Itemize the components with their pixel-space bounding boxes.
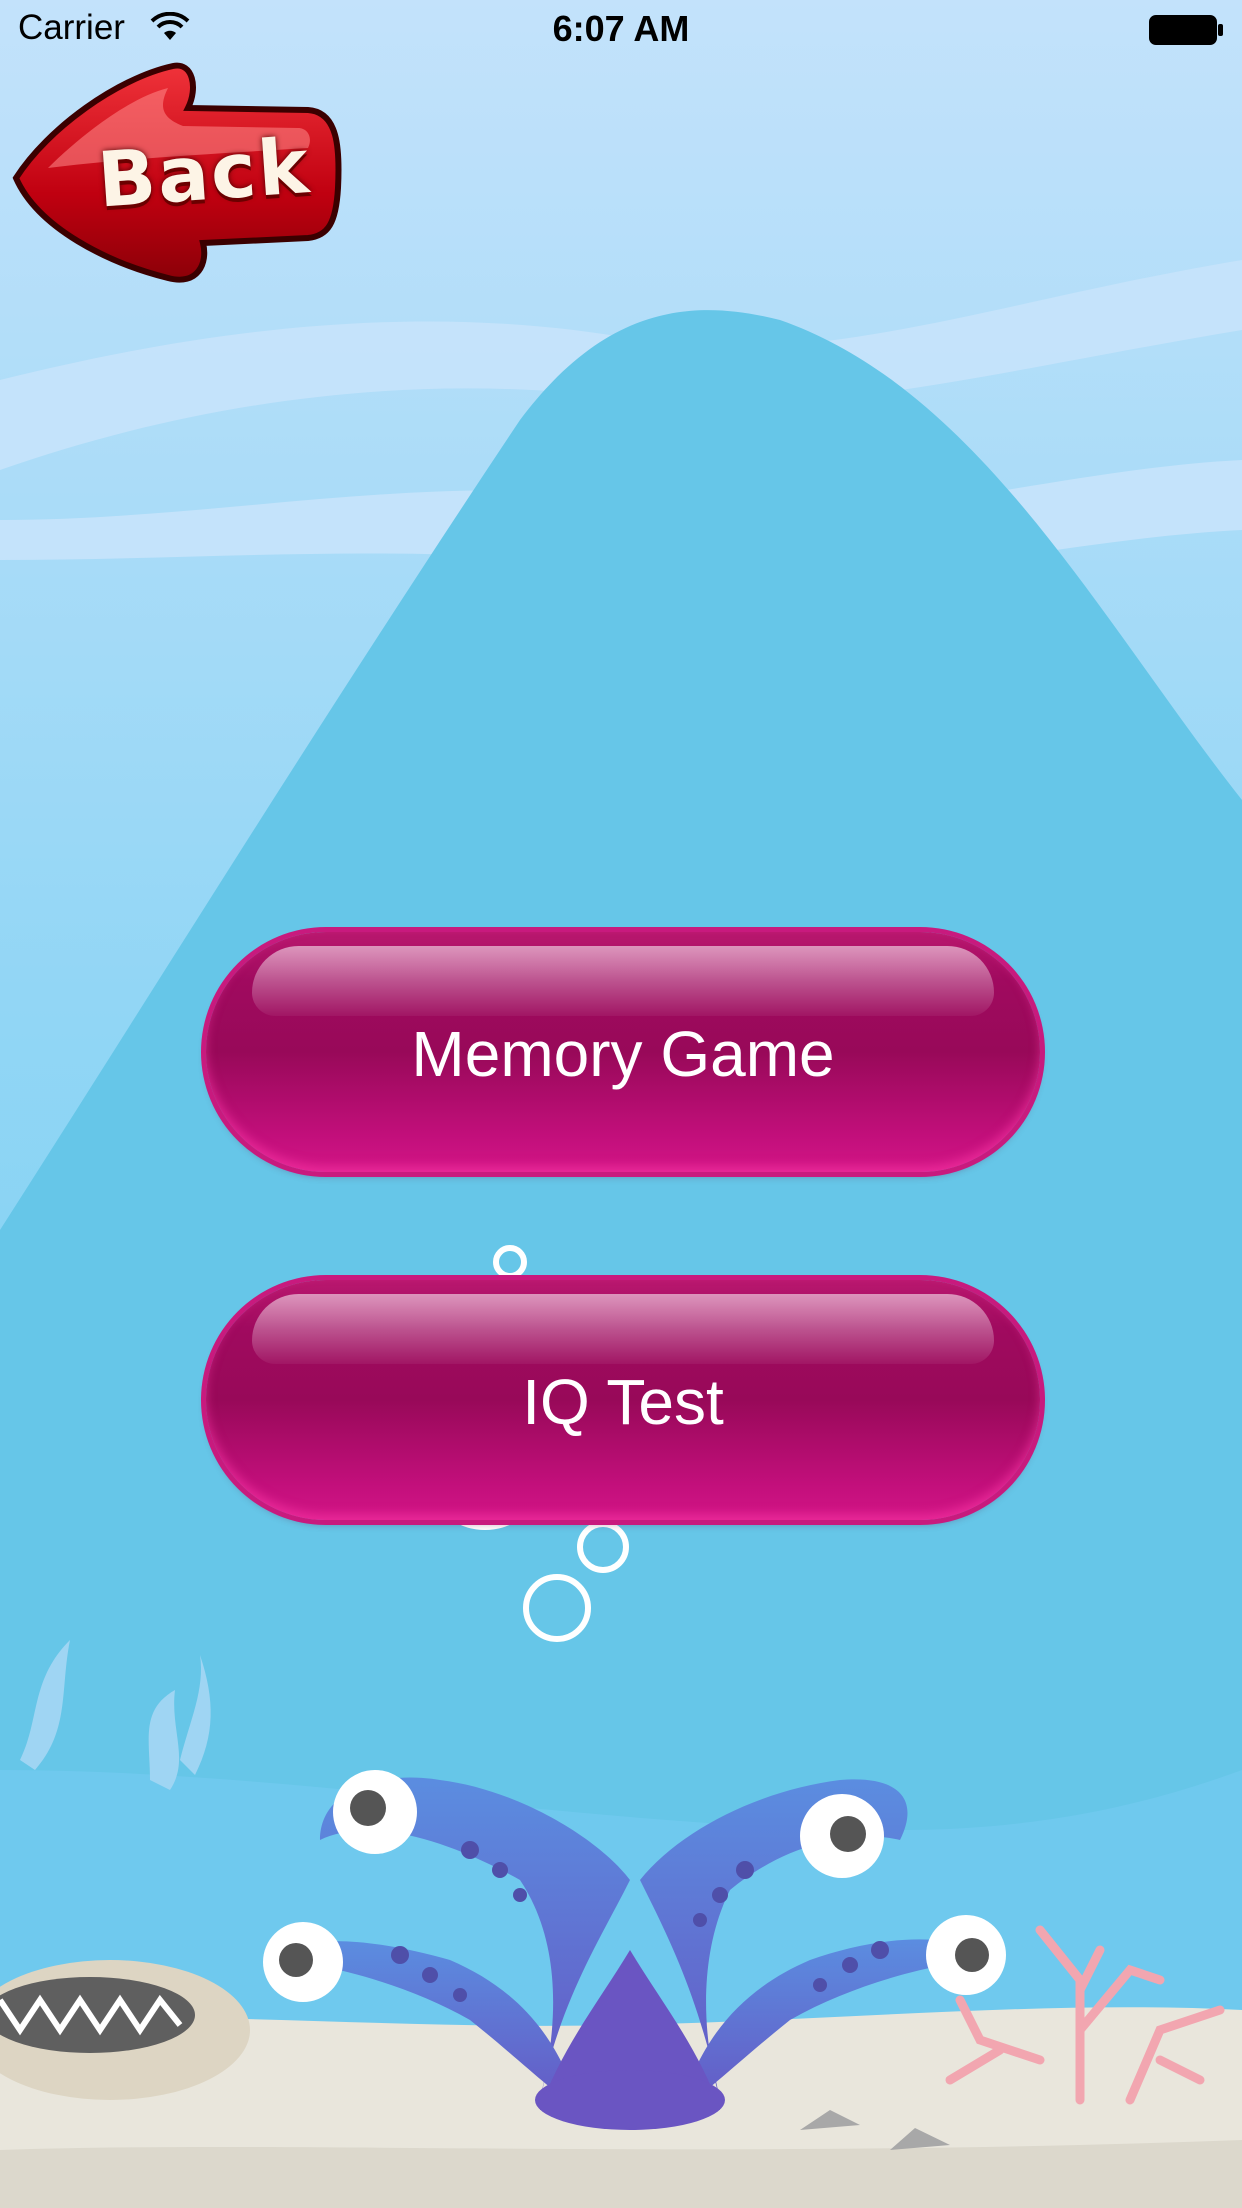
iq-test-button[interactable]: IQ Test [206, 1280, 1040, 1520]
memory-game-label: Memory Game [411, 1018, 835, 1090]
battery-icon [1148, 14, 1224, 51]
clock-time: 6:07 AM [552, 8, 690, 49]
iq-test-label: IQ Test [522, 1366, 724, 1438]
memory-game-button[interactable]: Memory Game [206, 932, 1040, 1172]
back-arrow-icon [12, 62, 342, 283]
status-bar: Carrier 6:07 AM [0, 0, 1242, 62]
back-button[interactable]: Back [8, 58, 344, 290]
